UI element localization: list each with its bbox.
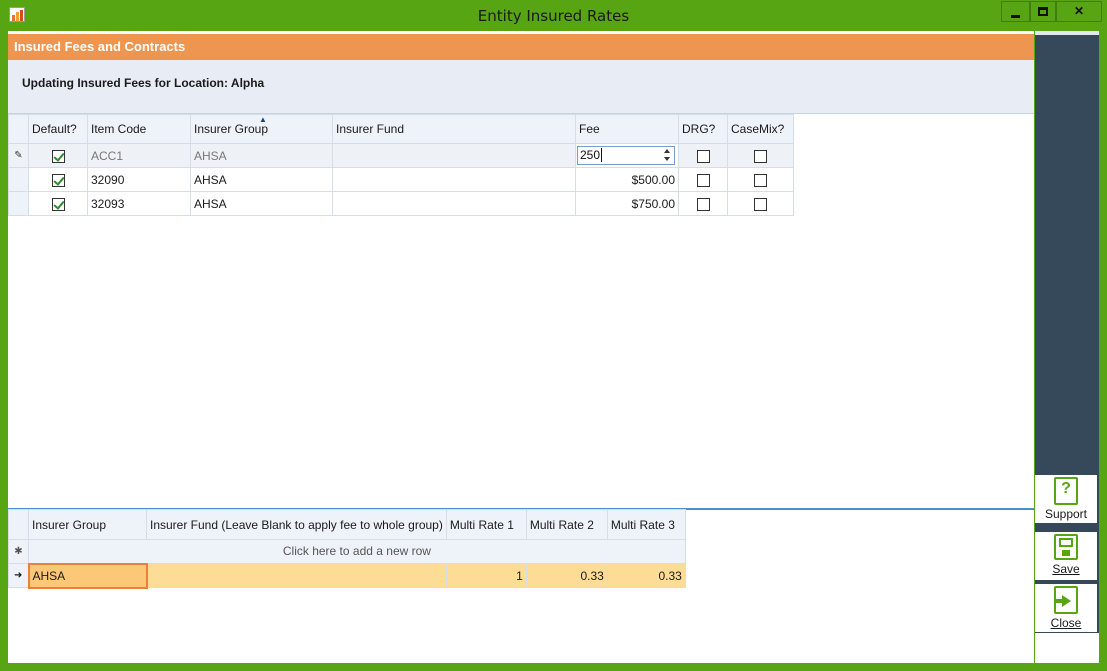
insurer-group-cell[interactable]: AHSA — [27, 562, 148, 589]
new-row[interactable]: ✱ Click here to add a new row — [8, 539, 686, 564]
fee-cell[interactable]: $500.00 — [575, 167, 679, 192]
fees-grid: Default? Item Code ▲ Insurer Group Insure… — [8, 114, 794, 216]
row-header[interactable] — [8, 191, 29, 216]
save-disk-icon — [1054, 534, 1078, 560]
row-header-corner — [8, 509, 29, 540]
fee-cell[interactable]: 250 — [575, 143, 679, 168]
item-code-cell[interactable]: ACC1 — [87, 143, 191, 168]
minimize-icon — [1011, 15, 1020, 18]
default-cell[interactable] — [28, 167, 88, 192]
exit-icon — [1054, 586, 1078, 614]
close-label: Close — [1050, 616, 1082, 630]
close-icon: ✕ — [1073, 4, 1085, 18]
minimize-button[interactable] — [1001, 1, 1030, 22]
col-default[interactable]: Default? — [28, 114, 88, 144]
col-fee[interactable]: Fee — [575, 114, 679, 144]
drg-cell[interactable] — [678, 143, 728, 168]
row-header-corner — [8, 114, 29, 144]
col-item-code[interactable]: Item Code — [87, 114, 191, 144]
col-multi-rate-2[interactable]: Multi Rate 2 — [525, 509, 608, 540]
table-row[interactable]: ➜ AHSA 1 0.33 0.33 — [8, 562, 686, 589]
col-insurer-fund[interactable]: Insurer Fund — [332, 114, 576, 144]
client-area: Insured Fees and Contracts Updating Insu… — [8, 31, 1034, 663]
drg-cell[interactable] — [678, 191, 728, 216]
col-casemix[interactable]: CaseMix? — [727, 114, 794, 144]
save-button[interactable]: Save — [1035, 532, 1097, 580]
default-checkbox[interactable] — [51, 149, 65, 163]
col-insurer-group[interactable]: ▲ Insurer Group — [190, 114, 333, 144]
edit-pencil-icon: ✎ — [8, 143, 29, 168]
col-insurer-group-label: Insurer Group — [194, 122, 269, 136]
row-header[interactable] — [8, 167, 29, 192]
drg-cell[interactable] — [678, 167, 728, 192]
col-insurer-group[interactable]: Insurer Group — [28, 509, 147, 540]
fee-spin-input[interactable]: 250 — [577, 146, 675, 165]
section-header: Insured Fees and Contracts — [8, 34, 1034, 60]
action-sidebar: ? Support Save Close — [1035, 31, 1099, 633]
default-cell[interactable] — [28, 191, 88, 216]
window-title: Entity Insured Rates — [477, 7, 630, 25]
maximize-icon — [1038, 7, 1048, 16]
sidebar-footer — [1035, 633, 1099, 663]
spin-up-icon[interactable] — [664, 149, 670, 153]
casemix-checkbox[interactable] — [754, 149, 767, 163]
drg-checkbox[interactable] — [696, 149, 710, 163]
spin-buttons[interactable] — [662, 148, 672, 163]
insurer-fund-cell[interactable] — [332, 143, 576, 168]
save-label: Save — [1052, 562, 1080, 576]
drg-checkbox[interactable] — [696, 197, 710, 211]
item-code-cell[interactable]: 32093 — [87, 191, 191, 216]
title-bar: Entity Insured Rates ✕ — [0, 0, 1107, 31]
insurer-group-cell[interactable]: AHSA — [190, 143, 333, 168]
table-row[interactable]: ✎ ACC1 AHSA 250 — [8, 143, 794, 168]
close-button[interactable]: Close — [1035, 584, 1097, 632]
sort-ascending-icon: ▲ — [259, 115, 267, 125]
support-label: Support — [1044, 507, 1088, 521]
close-window-button[interactable]: ✕ — [1056, 1, 1102, 22]
item-code-cell[interactable]: 32090 — [87, 167, 191, 192]
help-icon: ? — [1054, 477, 1078, 505]
maximize-button[interactable] — [1030, 1, 1056, 22]
new-row-star-icon: ✱ — [8, 539, 29, 564]
info-panel: Updating Insured Fees for Location: Alph… — [8, 60, 1034, 114]
insurer-fund-cell[interactable] — [332, 167, 576, 192]
spin-down-icon[interactable] — [664, 157, 670, 161]
default-checkbox[interactable] — [51, 197, 65, 211]
casemix-cell[interactable] — [727, 191, 794, 216]
insurer-fund-cell[interactable] — [332, 191, 576, 216]
casemix-checkbox[interactable] — [754, 197, 767, 211]
table-row[interactable]: 32093 AHSA $750.00 — [8, 191, 794, 216]
drg-checkbox[interactable] — [696, 173, 710, 187]
default-checkbox[interactable] — [51, 173, 65, 187]
insurer-group-cell[interactable]: AHSA — [190, 167, 333, 192]
casemix-checkbox[interactable] — [754, 173, 767, 187]
casemix-cell[interactable] — [727, 167, 794, 192]
col-multi-rate-3[interactable]: Multi Rate 3 — [606, 509, 686, 540]
location-info: Updating Insured Fees for Location: Alph… — [22, 76, 265, 90]
support-button[interactable]: ? Support — [1035, 475, 1097, 523]
col-insurer-fund[interactable]: Insurer Fund (Leave Blank to apply fee t… — [146, 509, 447, 540]
col-drg[interactable]: DRG? — [678, 114, 728, 144]
default-cell[interactable] — [28, 143, 88, 168]
text-caret — [601, 148, 603, 162]
multi-rate-grid: Insurer Group Insurer Fund (Leave Blank … — [8, 509, 686, 589]
add-new-row-prompt[interactable]: Click here to add a new row — [28, 539, 686, 564]
multi-rate-3-cell[interactable]: 0.33 — [606, 563, 686, 588]
insurer-fund-cell[interactable] — [146, 563, 447, 588]
table-row[interactable]: 32090 AHSA $500.00 — [8, 167, 794, 192]
casemix-cell[interactable] — [727, 143, 794, 168]
multi-rate-1-cell[interactable]: 1 — [445, 563, 527, 588]
current-row-arrow-icon: ➜ — [8, 563, 29, 588]
fee-input-value: 250 — [580, 148, 601, 162]
fee-cell[interactable]: $750.00 — [575, 191, 679, 216]
insurer-group-cell[interactable]: AHSA — [190, 191, 333, 216]
col-multi-rate-1[interactable]: Multi Rate 1 — [445, 509, 527, 540]
multi-rate-2-cell[interactable]: 0.33 — [525, 563, 608, 588]
